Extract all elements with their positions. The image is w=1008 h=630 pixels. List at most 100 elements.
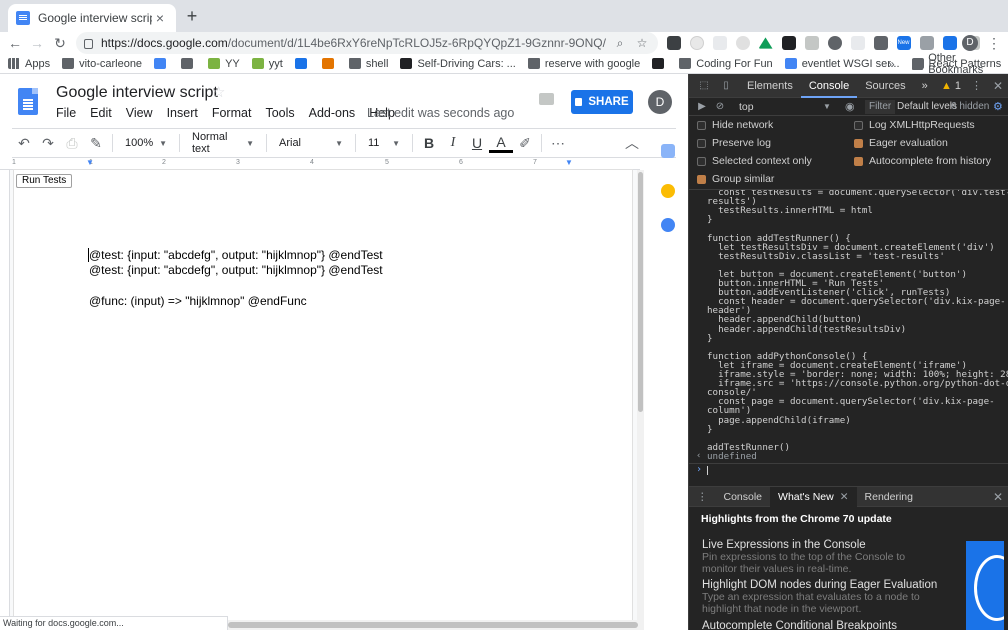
bookmark-item[interactable]: Self-Driving Cars: ... — [400, 58, 516, 70]
undo-icon[interactable]: ↶ — [12, 129, 36, 157]
whats-new-item-title[interactable]: Highlight DOM nodes during Eager Evaluat… — [702, 579, 937, 591]
zoom-search-icon[interactable]: ⌕ — [612, 36, 628, 51]
context-selector[interactable]: top — [739, 98, 754, 116]
gauge-extension-icon[interactable] — [735, 36, 750, 50]
menu-insert[interactable]: Insert — [167, 106, 198, 120]
devtools-menu-icon[interactable]: ⋮ — [971, 74, 982, 98]
left-indent-marker-icon[interactable]: ▼ — [86, 158, 94, 167]
bookmark-icon-item[interactable] — [154, 58, 171, 69]
devtools-tab-console[interactable]: Console — [800, 74, 858, 98]
scrollbar-thumb[interactable] — [638, 172, 643, 412]
menu-format[interactable]: Format — [212, 106, 252, 120]
mountain-extension-icon[interactable] — [758, 37, 773, 49]
console-setting-checkbox[interactable]: Hide network — [697, 119, 773, 131]
console-setting-checkbox[interactable]: Eager evaluation — [854, 137, 948, 149]
address-bar[interactable]: https://docs.google.com/document/d/1L4be… — [76, 32, 658, 54]
collapse-toolbar-icon[interactable]: ︿ — [620, 129, 644, 157]
device-toolbar-icon[interactable]: ▯ — [719, 79, 733, 93]
console-setting-checkbox[interactable]: Selected context only — [697, 155, 812, 167]
bookmark-icon-item[interactable] — [294, 58, 312, 69]
close-tab-icon[interactable]: ✕ — [840, 491, 849, 503]
ie-extension-icon[interactable] — [827, 36, 842, 50]
menu-addons[interactable]: Add-ons — [309, 106, 356, 120]
console-sidebar-icon[interactable]: ▶ — [695, 100, 709, 114]
bookmark-icon-item[interactable] — [652, 58, 669, 69]
menu-tools[interactable]: Tools — [265, 106, 294, 120]
bookmark-item[interactable]: vito-carleone — [62, 58, 142, 70]
menu-file[interactable]: File — [56, 106, 76, 120]
console-filter-input[interactable]: Filter — [865, 100, 895, 114]
horizontal-ruler[interactable]: 1 1 2 3 4 5 6 7 ▼ ▼ — [0, 158, 640, 170]
highlight-color-icon[interactable]: ✐ — [513, 129, 537, 157]
console-setting-checkbox[interactable]: Group similar — [697, 173, 774, 185]
console-setting-checkbox[interactable]: Preserve log — [697, 137, 771, 149]
share-button[interactable]: SHARE — [571, 90, 633, 114]
eyedropper-extension-icon[interactable] — [666, 36, 681, 50]
recycle-extension-icon[interactable] — [850, 36, 865, 50]
redo-icon[interactable]: ↷ — [36, 129, 60, 157]
bookmark-icon-item[interactable] — [321, 58, 339, 69]
drawer-tab-console[interactable]: Console — [716, 487, 771, 507]
text-color-icon[interactable]: A — [489, 133, 513, 153]
browser-menu-icon[interactable]: ⋮ — [986, 32, 1002, 54]
warnings-counter[interactable]: ▲ 1 — [941, 74, 961, 98]
bookmark-star-icon[interactable]: ☆ — [634, 36, 650, 50]
grid-extension-icon[interactable] — [804, 36, 819, 50]
star-icon[interactable]: ☆ — [212, 83, 225, 101]
font-select[interactable]: Arial ▼ — [271, 129, 351, 157]
devtools-close-icon[interactable]: ✕ — [993, 74, 1003, 98]
horizontal-scrollbar[interactable] — [228, 620, 644, 630]
bookmark-item[interactable]: YY — [208, 58, 240, 70]
zoom-select[interactable]: 100% ▼ — [117, 129, 175, 157]
camera-extension-icon[interactable] — [919, 36, 934, 50]
back-arrow-icon[interactable]: ← — [4, 32, 26, 54]
document-page[interactable] — [14, 170, 632, 630]
print-icon[interactable]: ⎙ — [60, 129, 84, 157]
paint-format-icon[interactable]: ✎ — [84, 129, 108, 157]
devtools-tab-sources[interactable]: Sources — [857, 74, 913, 98]
circle-extension-icon[interactable] — [689, 36, 704, 50]
drawer-tab-whats-new[interactable]: What's New ✕ — [770, 486, 857, 507]
account-avatar[interactable]: D — [648, 90, 672, 114]
console-output[interactable]: const testResults = document.querySelect… — [689, 190, 1008, 486]
document-title[interactable]: Google interview script — [56, 84, 218, 102]
bookmark-item[interactable]: eventlet WSGI ser... — [784, 58, 900, 70]
browser-tab[interactable]: Google interview script - Goog × — [8, 4, 176, 32]
new-badge-extension-icon[interactable]: New — [896, 36, 911, 50]
last-edit-status[interactable]: Last edit was seconds ago — [367, 106, 514, 120]
bold-icon[interactable]: B — [417, 129, 441, 157]
scrollbar-thumb[interactable] — [228, 622, 638, 628]
calendar-icon[interactable] — [661, 184, 675, 198]
menu-edit[interactable]: Edit — [90, 106, 112, 120]
bookmark-item[interactable]: Coding For Fun — [679, 58, 773, 70]
menu-view[interactable]: View — [126, 106, 153, 120]
bookmark-item[interactable]: shell — [348, 58, 388, 70]
document-line-3[interactable]: @func: (input) => "hijklmnop" @endFunc — [89, 294, 307, 308]
drawer-close-icon[interactable]: ✕ — [993, 487, 1003, 507]
r-extension-icon[interactable] — [781, 36, 796, 50]
tasks-icon[interactable] — [661, 218, 675, 232]
more-options-icon[interactable]: ⋯ — [546, 129, 570, 157]
console-settings-gear-icon[interactable]: ⚙ — [993, 98, 1003, 116]
docs-logo-icon[interactable] — [18, 88, 38, 115]
bookmark-icon-item[interactable] — [181, 58, 198, 69]
comments-icon[interactable] — [539, 93, 554, 105]
keep-icon[interactable] — [661, 144, 675, 158]
bookmark-item[interactable]: reserve with google — [527, 58, 640, 70]
console-setting-checkbox[interactable]: Autocomplete from history — [854, 155, 991, 167]
profile-avatar[interactable]: D — [962, 35, 978, 51]
document-line-1[interactable]: @test: {input: "abcdefg", output: "hijkl… — [89, 248, 383, 262]
more-tabs-icon[interactable]: » — [914, 74, 936, 98]
whats-new-item-title[interactable]: Autocomplete Conditional Breakpoints — [702, 620, 897, 630]
store-extension-icon[interactable] — [873, 36, 888, 50]
new-tab-button[interactable]: + — [182, 6, 202, 26]
other-bookmarks-folder[interactable]: Other Bookmarks — [912, 52, 1008, 76]
drawer-tab-rendering[interactable]: Rendering — [857, 487, 921, 507]
clear-console-icon[interactable]: ⊘ — [713, 100, 727, 114]
italic-icon[interactable]: I — [441, 129, 465, 157]
puzzle-extension-icon[interactable] — [712, 36, 727, 50]
reload-icon[interactable]: ↻ — [49, 32, 71, 54]
right-indent-marker-icon[interactable]: ▼ — [565, 158, 573, 167]
document-line-2[interactable]: @test: {input: "abcdefg", output: "hijkl… — [89, 263, 383, 277]
zip-extension-icon[interactable] — [942, 36, 957, 50]
